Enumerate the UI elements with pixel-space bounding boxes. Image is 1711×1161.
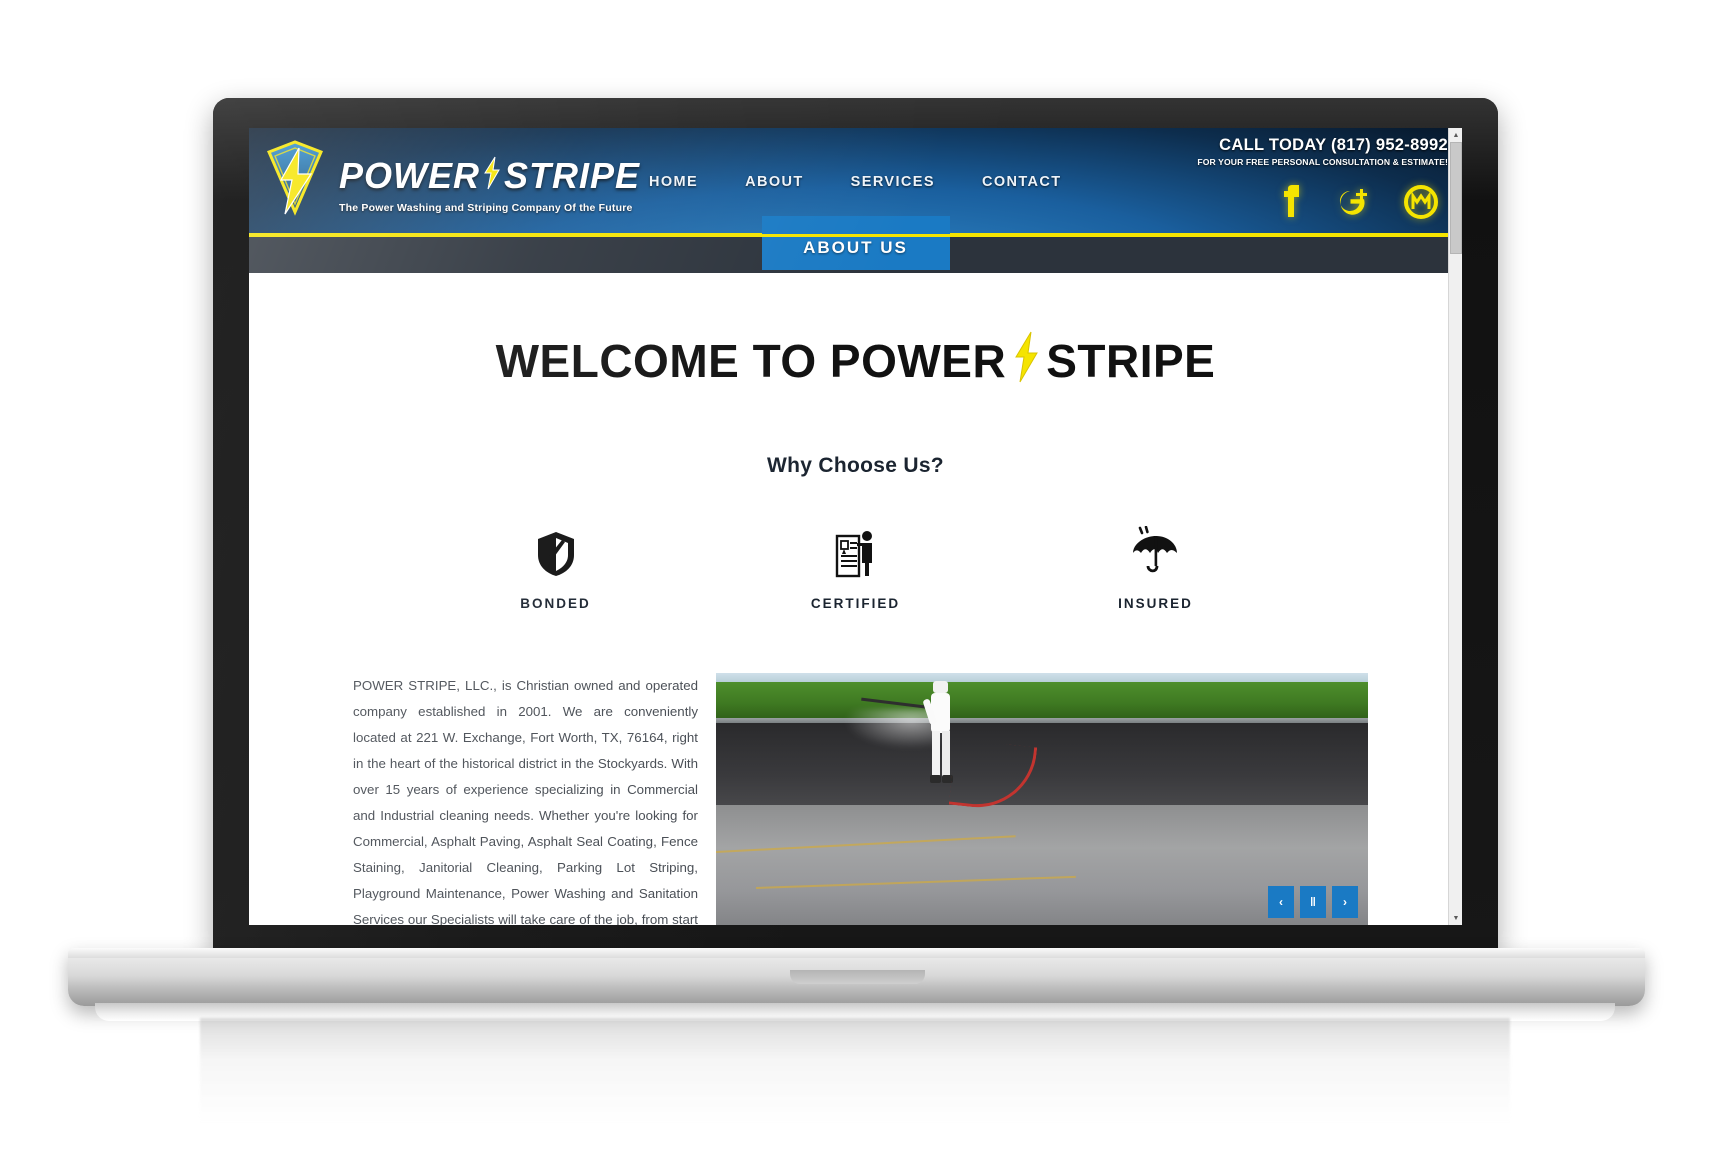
badge-insured-label: INSURED <box>1118 596 1193 611</box>
welcome-heading: WELCOME TO POWER STRIPE <box>249 329 1462 392</box>
page-scrollbar[interactable]: ▲ ▼ <box>1448 128 1462 925</box>
header-contact-block: CALL TODAY (817) 952-8992 FOR YOUR FREE … <box>1197 136 1448 224</box>
lightning-bolt-icon <box>1011 331 1041 394</box>
about-section: POWER STRIPE, LLC., is Christian owned a… <box>249 673 1462 925</box>
welcome-heading-suffix: STRIPE <box>1046 334 1216 387</box>
screenshot-stage: POWER STRIPE The Power Washing and Strip… <box>0 0 1711 1161</box>
brand-word-power: POWER <box>339 155 481 196</box>
brand-lightning-bolt-icon <box>482 156 502 196</box>
social-links <box>1197 185 1448 224</box>
facebook-icon[interactable] <box>1280 185 1302 224</box>
badge-bonded: BONDED <box>481 522 631 611</box>
slider-pause-button[interactable]: ‖ <box>1300 886 1326 918</box>
laptop-base-lip <box>68 948 1645 958</box>
page-content: WELCOME TO POWER STRIPE Why Choose Us? B… <box>249 329 1462 925</box>
scrollbar-thumb[interactable] <box>1450 142 1462 254</box>
brand-tagline: The Power Washing and Striping Company O… <box>339 202 633 214</box>
main-navigation: HOME ABOUT SERVICES CONTACT <box>649 174 1062 190</box>
brand-name: POWER STRIPE <box>339 156 640 196</box>
slider-next-button[interactable]: › <box>1332 886 1358 918</box>
page-tab-label: ABOUT US <box>803 238 908 257</box>
trust-badges: BONDED CERTIFIED INSURED <box>249 522 1462 611</box>
scrollbar-up-arrow-icon[interactable]: ▲ <box>1449 128 1462 142</box>
slider-controls: ‹ ‖ › <box>1268 886 1358 918</box>
yellow-divider-rule <box>249 234 1462 237</box>
page-title-banner: ABOUT US <box>249 216 1462 273</box>
certificate-person-icon <box>781 522 931 578</box>
welcome-heading-prefix: WELCOME TO POWER <box>495 334 1007 387</box>
lightning-bolt-shield-logo <box>259 134 331 222</box>
about-paragraph: POWER STRIPE, LLC., is Christian owned a… <box>353 678 698 925</box>
brand-word-stripe: STRIPE <box>504 155 641 196</box>
page-tab-about-us: ABOUT US <box>761 216 950 270</box>
why-choose-us-heading: Why Choose Us? <box>767 454 944 477</box>
umbrella-icon <box>1081 522 1231 578</box>
call-today-phone[interactable]: CALL TODAY (817) 952-8992 <box>1197 136 1448 155</box>
scrollbar-down-arrow-icon[interactable]: ▼ <box>1449 911 1462 925</box>
brand-text-block: POWER STRIPE The Power Washing and Strip… <box>339 134 640 214</box>
badge-insured: INSURED <box>1081 522 1231 611</box>
laptop-screen: POWER STRIPE The Power Washing and Strip… <box>249 128 1462 925</box>
photo-slider: ‹ ‖ › <box>716 673 1368 925</box>
shield-check-icon <box>481 522 631 578</box>
nav-item-services[interactable]: SERVICES <box>851 174 935 190</box>
slider-prev-button[interactable]: ‹ <box>1268 886 1294 918</box>
laptop-reflection <box>200 1018 1510 1123</box>
badge-certified-label: CERTIFIED <box>810 596 901 611</box>
badge-bonded-label: BONDED <box>520 596 591 611</box>
nav-item-home[interactable]: HOME <box>649 174 698 190</box>
badge-certified: CERTIFIED <box>781 522 931 611</box>
google-plus-icon[interactable] <box>1338 185 1368 224</box>
site-logo[interactable]: POWER STRIPE The Power Washing and Strip… <box>249 134 640 222</box>
laptop-base-notch <box>790 970 925 984</box>
website-viewport: POWER STRIPE The Power Washing and Strip… <box>249 128 1462 925</box>
merchant-circle-icon[interactable] <box>1404 185 1438 224</box>
nav-item-about[interactable]: ABOUT <box>745 174 804 190</box>
nav-item-contact[interactable]: CONTACT <box>982 174 1062 190</box>
call-today-subtitle: FOR YOUR FREE PERSONAL CONSULTATION & ES… <box>1197 157 1448 167</box>
